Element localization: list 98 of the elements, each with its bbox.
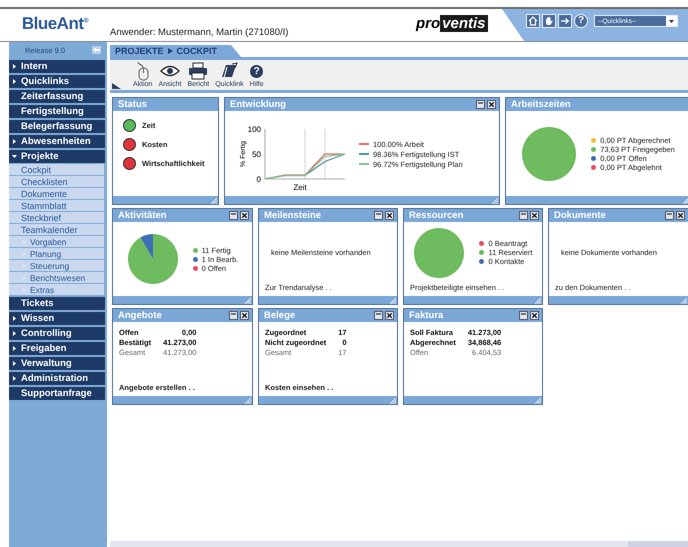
resize-grip-icon[interactable] (491, 197, 499, 204)
nav-subitem[interactable]: Dokumente (9, 188, 104, 199)
minimize-button[interactable] (374, 211, 383, 220)
resize-grip-icon[interactable] (210, 197, 218, 204)
widget-title: Arbeitszeiten (511, 99, 571, 110)
nav-item[interactable]: Verwaltung (9, 357, 105, 370)
nav-subitem[interactable]: Planung (9, 248, 104, 259)
minimize-button[interactable] (476, 100, 485, 109)
help-button[interactable]: ? (574, 14, 588, 28)
nav-item[interactable]: Zeiterfassung (9, 90, 105, 103)
widget-title: Meilensteine (264, 210, 322, 221)
nav-item[interactable]: Fertigstellung (9, 105, 105, 118)
legend-dot (192, 256, 198, 262)
exit-icon (560, 16, 570, 26)
nav-subitem[interactable]: Teamkalender (9, 224, 104, 235)
notebook-icon (219, 62, 240, 80)
minimize-button[interactable] (374, 311, 383, 320)
resize-grip-icon[interactable] (682, 197, 688, 204)
caret-icon (666, 16, 677, 26)
minimize-button[interactable] (665, 211, 674, 220)
pie-slice (414, 228, 464, 278)
help-glyph: ? (578, 16, 584, 26)
nav-item[interactable]: Abwesenheiten (9, 135, 105, 148)
widget-title: Status (118, 99, 148, 110)
nav-subitem[interactable]: Checklisten (9, 176, 104, 187)
close-button[interactable] (530, 211, 539, 220)
minimize-button[interactable] (519, 211, 528, 220)
nav-item[interactable]: Wissen (9, 312, 105, 325)
close-button[interactable] (385, 211, 394, 220)
nav-subitem[interactable]: Berichtswesen (9, 272, 104, 283)
widget-title: Dokumente (554, 210, 606, 221)
legend-dot (591, 164, 596, 170)
legend-dot (591, 146, 596, 152)
axis-label: Zeit (293, 183, 307, 192)
legend-dot (479, 241, 484, 246)
legend-dot (591, 156, 596, 160)
home-button[interactable] (526, 14, 540, 28)
widget-title: Ressourcen (409, 210, 464, 221)
resize-grip-icon[interactable] (534, 297, 542, 304)
breadcrumb-current: COCKPIT (176, 46, 218, 56)
breadcrumb-link[interactable]: PROJEKTE (115, 46, 164, 56)
nav-subitem[interactable]: Cockpit (9, 164, 104, 175)
exit-button[interactable] (558, 14, 572, 28)
hand-icon (544, 16, 554, 26)
nav-subitem[interactable]: Vorgaben (9, 236, 104, 247)
nav-subitem[interactable]: Extras (9, 284, 104, 295)
scrollbar-thumb[interactable] (628, 541, 688, 547)
resize-grip-icon[interactable] (680, 297, 688, 304)
close-button[interactable] (487, 100, 496, 109)
nav-item[interactable]: Belegerfassung (9, 120, 105, 133)
tick-label: 100 (248, 125, 261, 134)
eye-icon (160, 64, 180, 78)
legend-dot (591, 138, 596, 142)
nav-subitem[interactable]: Steuerung (9, 260, 104, 271)
close-button[interactable] (240, 311, 249, 320)
nav-item[interactable]: Tickets (9, 297, 105, 310)
legend-dot (192, 248, 198, 252)
legend-dot (479, 250, 484, 255)
pie-slice (522, 126, 576, 180)
brand-logo: proventis (416, 14, 488, 32)
widget-title: Aktivitäten (118, 210, 167, 221)
resize-grip-icon[interactable] (244, 297, 252, 304)
close-button[interactable] (240, 211, 249, 220)
printer-icon (188, 62, 208, 80)
widget-title: Belege (264, 310, 296, 321)
nav-item[interactable]: Quicklinks (9, 75, 105, 88)
help-icon: ? (250, 64, 264, 78)
minimize-button[interactable] (229, 211, 238, 220)
tick-label: 0 (256, 175, 261, 184)
close-button[interactable] (530, 311, 539, 320)
resize-grip-icon[interactable] (389, 297, 397, 304)
home-icon (528, 16, 538, 26)
nav-subitem[interactable]: Stammblatt (9, 200, 104, 211)
widget-title: Angebote (118, 310, 162, 321)
nav-item[interactable]: Intern (9, 60, 105, 73)
nav-item[interactable]: Projekte (9, 150, 105, 163)
widget-title: Entwicklung (230, 99, 286, 110)
tick-label: 50 (252, 150, 261, 159)
nav-item[interactable]: Administration (9, 372, 105, 385)
legend-dot (192, 266, 198, 270)
nav-item[interactable]: Supportanfrage (9, 387, 105, 400)
chevron-icon (168, 48, 173, 54)
legend-dot (479, 259, 484, 264)
hand-button[interactable] (542, 14, 556, 28)
nav-item[interactable]: Freigaben (9, 342, 105, 355)
nav-item[interactable]: Controlling (9, 327, 105, 340)
user-name: Anwender: Mustermann, Martin (271080/I) (110, 27, 290, 40)
minimize-button[interactable] (519, 311, 528, 320)
logo: BlueAnt$^{®}$ (20, 13, 90, 35)
grid-lines (304, 128, 326, 180)
resize-grip-icon[interactable] (244, 397, 252, 404)
resize-grip-icon[interactable] (534, 397, 542, 404)
widget-title: Faktura (409, 310, 444, 321)
minimize-button[interactable] (229, 311, 238, 320)
close-button[interactable] (385, 311, 394, 320)
resize-grip-icon[interactable] (389, 397, 397, 404)
nav-subitem[interactable]: Steckbrief (9, 212, 104, 223)
close-button[interactable] (676, 211, 685, 220)
